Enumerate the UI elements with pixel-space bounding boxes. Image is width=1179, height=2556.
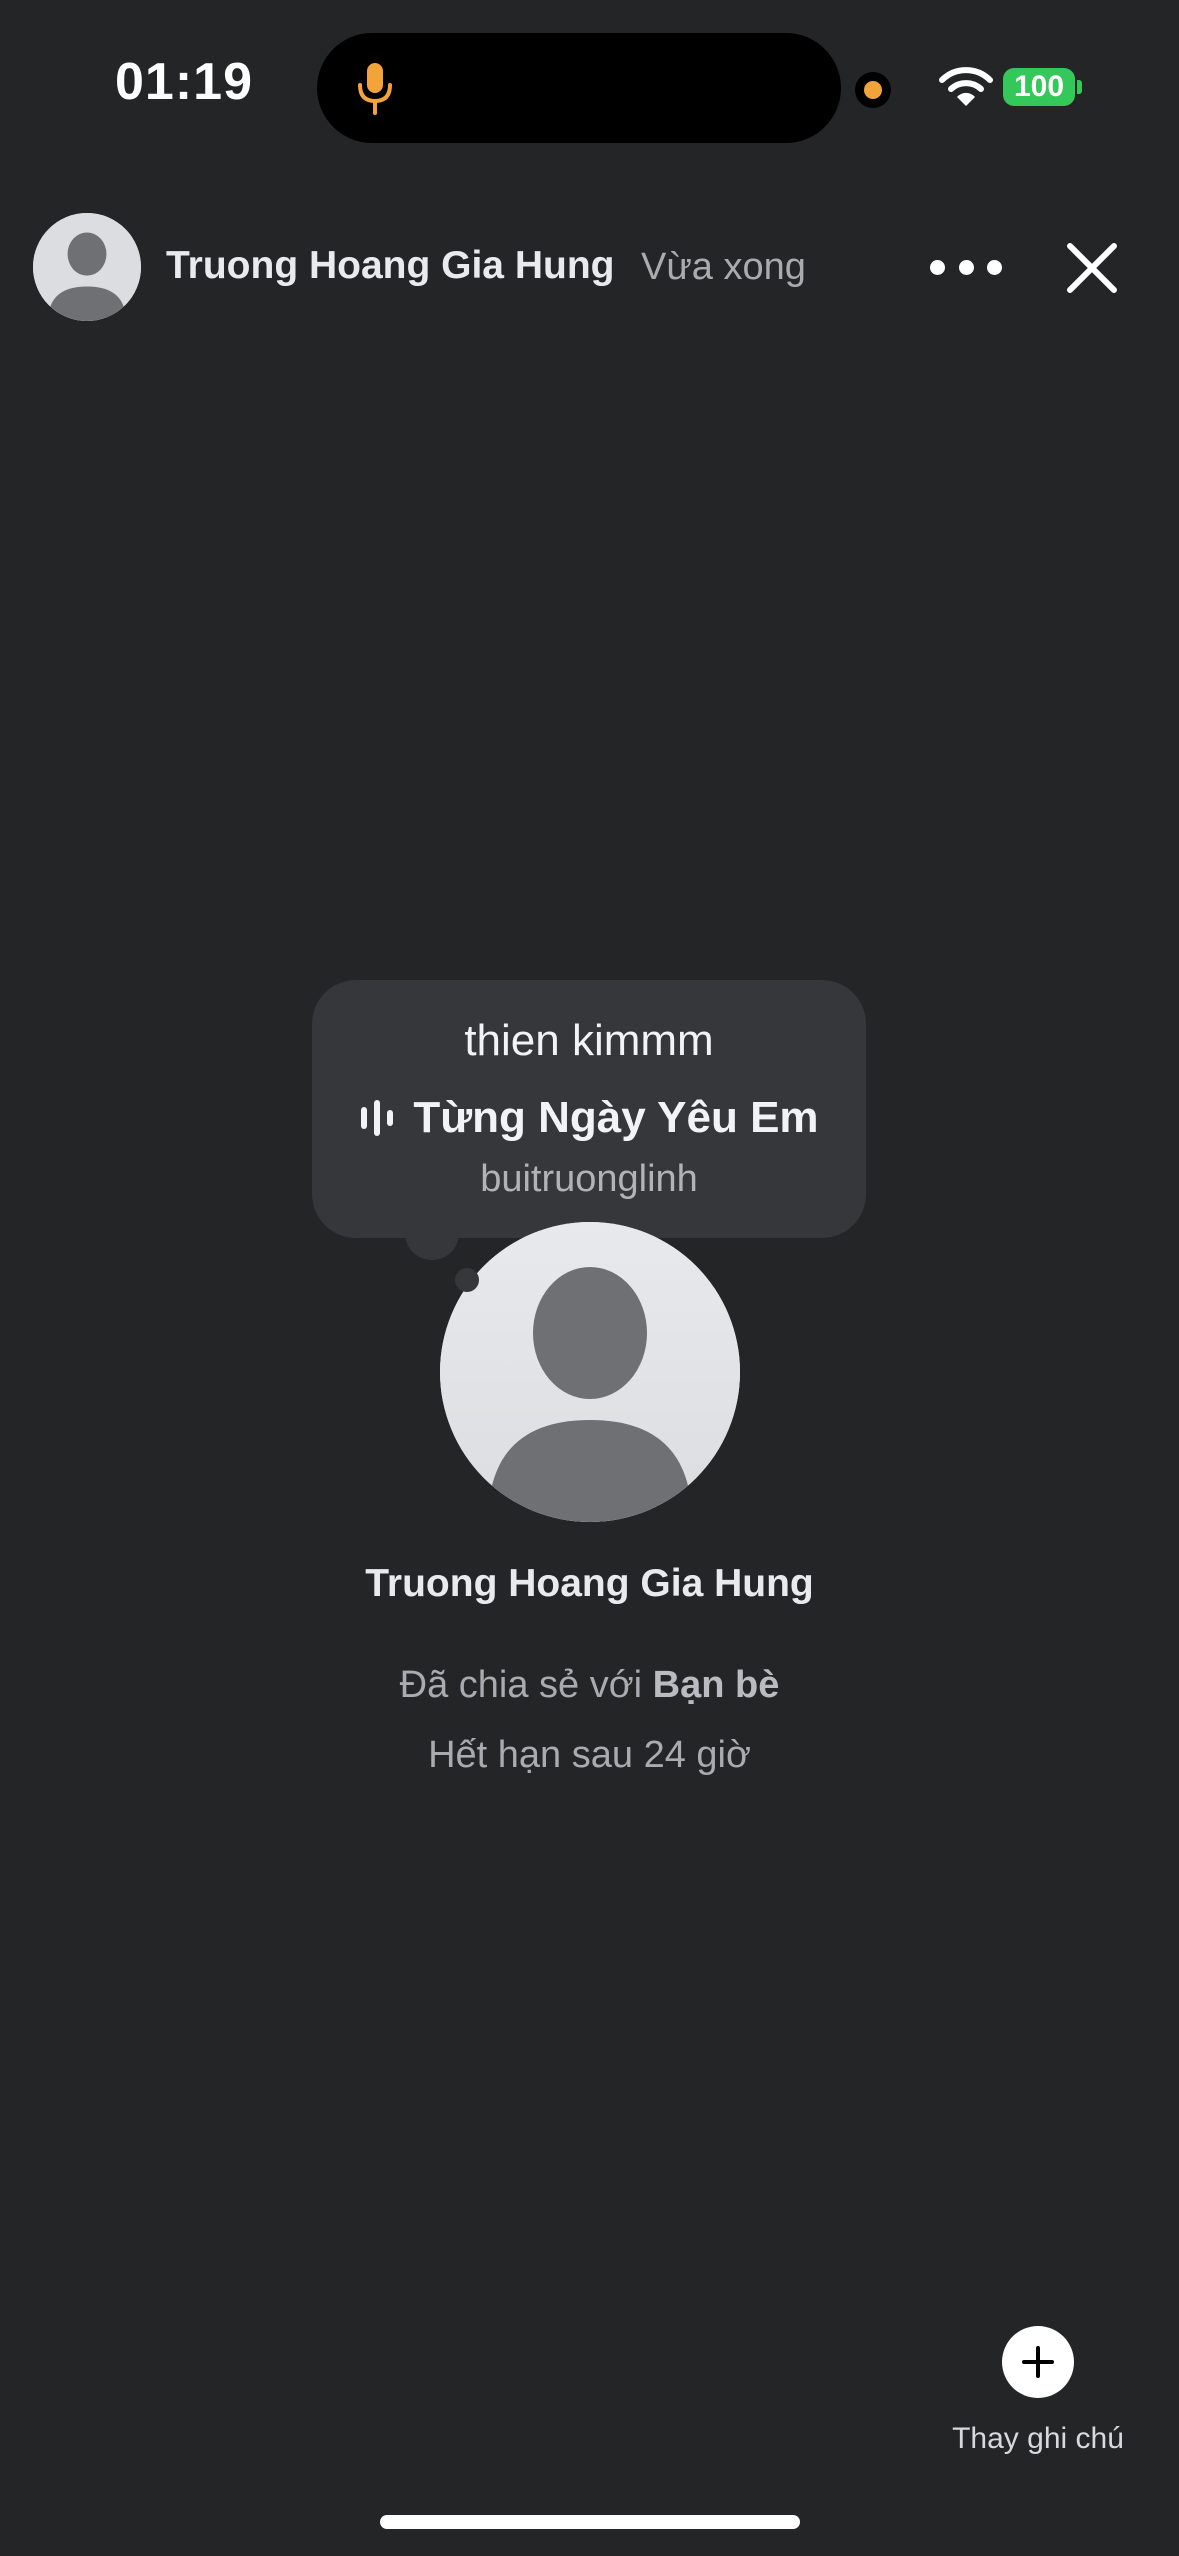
battery-indicator: 100 xyxy=(1003,68,1075,106)
profile-name: Truong Hoang Gia Hung xyxy=(365,1562,814,1605)
shared-prefix: Đã chia sẻ với xyxy=(399,1664,643,1706)
song-artist: buitruonglinh xyxy=(480,1158,698,1200)
header-avatar[interactable] xyxy=(33,213,141,321)
shared-with-text: Đã chia sẻ với Bạn bè xyxy=(0,1664,1179,1707)
more-options-button[interactable] xyxy=(930,242,1002,292)
status-time: 01:19 xyxy=(115,53,253,111)
header-timestamp: Vừa xong xyxy=(641,246,806,288)
battery-nub xyxy=(1077,80,1082,94)
close-icon[interactable] xyxy=(1064,240,1120,296)
header-user-name[interactable]: Truong Hoang Gia Hung xyxy=(166,244,614,288)
profile-avatar[interactable] xyxy=(440,1222,740,1522)
dynamic-island xyxy=(317,33,841,143)
change-note-button[interactable]: Thay ghi chú xyxy=(940,2326,1136,2456)
song-row[interactable]: Từng Ngày Yêu Em xyxy=(312,1093,866,1143)
change-note-label: Thay ghi chú xyxy=(952,2422,1124,2455)
privacy-indicator-dot xyxy=(855,72,891,108)
shared-audience: Bạn bè xyxy=(652,1664,780,1706)
ellipsis-icon xyxy=(930,259,945,275)
audio-wave-icon xyxy=(361,1100,394,1136)
bubble-tail-dot xyxy=(455,1268,479,1292)
user-silhouette-icon xyxy=(33,213,141,321)
plus-icon xyxy=(1022,2346,1054,2378)
note-bubble[interactable]: thien kimmm Từng Ngày Yêu Em buitruongli… xyxy=(312,980,866,1238)
home-indicator[interactable] xyxy=(380,2515,800,2529)
user-silhouette-icon xyxy=(440,1222,740,1522)
expiry-text: Hết hạn sau 24 giờ xyxy=(428,1734,751,1776)
bubble-tail xyxy=(405,1226,459,1260)
wifi-icon xyxy=(939,67,993,106)
song-title: Từng Ngày Yêu Em xyxy=(413,1093,819,1142)
plus-button[interactable] xyxy=(1002,2326,1074,2398)
note-text: thien kimmm xyxy=(464,1016,714,1065)
microphone-icon xyxy=(358,63,392,115)
